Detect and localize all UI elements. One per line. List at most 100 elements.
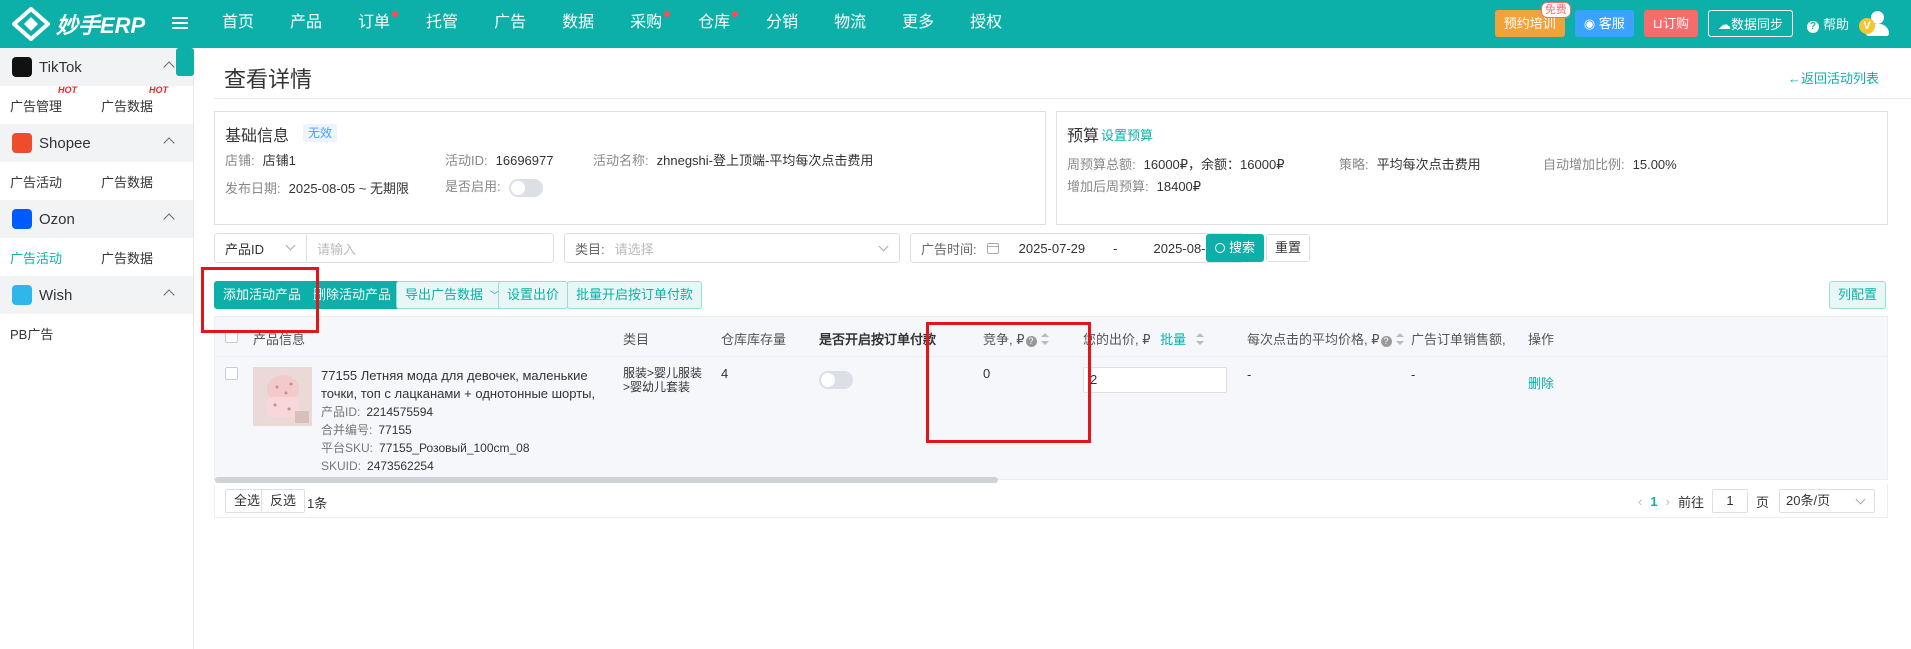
- column-config-button[interactable]: 列配置: [1829, 281, 1887, 309]
- page-jump-input[interactable]: 1: [1711, 489, 1748, 513]
- cart-icon: ⊔: [1652, 15, 1663, 31]
- campaign-id-field: 活动ID: 16696977: [445, 150, 553, 169]
- set-bid-button[interactable]: 设置出价: [498, 281, 569, 309]
- shopee-icon: [12, 133, 32, 153]
- delete-row-link[interactable]: 删除: [1528, 373, 1554, 392]
- sidebar-group-2[interactable]: Ozon: [0, 200, 193, 238]
- product-thumbnail[interactable]: [253, 367, 312, 426]
- sidebar-item-label: 广告活动: [10, 174, 63, 190]
- sidebar-group-3[interactable]: Wish: [0, 276, 193, 314]
- training-button[interactable]: 预约培训 免费: [1494, 1, 1571, 37]
- col-your-bid[interactable]: 您的出价, ₽ 批量: [1083, 329, 1205, 348]
- product-name[interactable]: 77155 Летняя мода для девочек, маленькие…: [321, 367, 611, 403]
- search-icon: [1215, 243, 1225, 253]
- publish-date-label: 发布日期:: [225, 181, 281, 196]
- skuid-value: 2473562254: [367, 459, 434, 473]
- nav-item-6[interactable]: 采购: [612, 0, 680, 48]
- current-page[interactable]: 1: [1650, 494, 1657, 509]
- bid-input[interactable]: 2: [1083, 367, 1227, 393]
- question-icon: ?: [1806, 20, 1819, 33]
- stock-cell: 4: [721, 366, 729, 381]
- weekly-budget-label: 周预算总额:: [1067, 157, 1136, 172]
- row-checkbox[interactable]: [225, 367, 238, 380]
- platform-sku-line: 平台SKU: 77155_Розовый_100cm_08: [321, 439, 611, 457]
- date-from[interactable]: 2025-07-29: [1019, 241, 1086, 256]
- status-badge: 无效: [303, 124, 338, 142]
- nav-item-8[interactable]: 分销: [748, 0, 816, 48]
- batch-enable-pay-by-order-button[interactable]: 批量开启按订单付款: [567, 281, 703, 309]
- order-button[interactable]: ⊔订购: [1643, 9, 1698, 37]
- user-avatar[interactable]: V: [1859, 9, 1891, 37]
- nav-item-1[interactable]: 产品: [272, 0, 340, 48]
- menu-toggle-icon[interactable]: [172, 14, 188, 32]
- sidebar-item-label: PB广告: [10, 326, 54, 342]
- order-sales-cell: -: [1411, 367, 1416, 382]
- data-sync-button[interactable]: ☁数据同步: [1707, 9, 1793, 37]
- nav-item-10[interactable]: 更多: [884, 0, 952, 48]
- page-size-value: 20条/页: [1786, 493, 1831, 508]
- nav-item-label: 数据: [562, 14, 595, 31]
- col-order-sales: 广告订单销售额,: [1411, 332, 1506, 347]
- batch-bid-link[interactable]: 批量: [1160, 332, 1186, 347]
- budget-title: 预算: [1067, 128, 1100, 145]
- back-to-list-link[interactable]: ←返回活动列表: [1788, 68, 1879, 87]
- chevron-up-icon[interactable]: [163, 213, 175, 225]
- prev-page-icon[interactable]: ‹: [1638, 494, 1642, 509]
- horizontal-scrollbar[interactable]: [215, 477, 998, 483]
- publish-date-field: 发布日期: 2025-08-05 ~ 无期限: [225, 178, 409, 197]
- search-button[interactable]: 搜索: [1206, 234, 1265, 262]
- chevron-up-icon[interactable]: [163, 137, 175, 149]
- calendar-icon: [986, 242, 999, 254]
- sidebar-item-3-0[interactable]: PB广告: [10, 324, 101, 343]
- col-avg-cpc[interactable]: 每次点击的平均价格, ₽?: [1247, 329, 1404, 348]
- sidebar-item-0-0[interactable]: 广告管理 HOT: [10, 85, 101, 115]
- chevron-up-icon[interactable]: [163, 289, 175, 301]
- nav-item-4[interactable]: 广告: [476, 0, 544, 48]
- nav-item-7[interactable]: 仓库: [680, 0, 748, 48]
- sidebar-item-1-1[interactable]: 广告数据: [101, 172, 192, 191]
- merge-no-label: 合并编号:: [321, 423, 373, 437]
- pagination: ‹ 1 › 前往 1 页 20条/页: [1630, 489, 1875, 513]
- nav-item-label: 托管: [426, 14, 459, 31]
- product-field-select[interactable]: 产品ID: [215, 234, 307, 262]
- invert-selection-button[interactable]: 反选: [261, 489, 306, 513]
- nav-item-3[interactable]: 托管: [408, 0, 476, 48]
- ad-time-range[interactable]: 广告时间: 2025-07-29 - 2025-08-05: [910, 233, 1244, 263]
- avg-cpc-cell: -: [1247, 367, 1252, 382]
- nav-item-2[interactable]: 订单: [340, 0, 408, 48]
- enabled-toggle[interactable]: [508, 178, 543, 197]
- shop-field: 店铺: 店铺1: [225, 150, 296, 169]
- col-category: 类目: [623, 332, 650, 347]
- sidebar-item-0-1[interactable]: 广告数据 HOT: [101, 85, 192, 115]
- budget-card: 预算 设置预算 周预算总额: 16000₽，余额：16000₽ 策略: 平均每次点击…: [1056, 111, 1888, 225]
- nav-item-0[interactable]: 首页: [204, 0, 272, 48]
- sidebar-item-2-1[interactable]: 广告数据: [101, 248, 192, 267]
- sidebar-item-1-0[interactable]: 广告活动: [10, 172, 101, 191]
- nav-item-5[interactable]: 数据: [544, 0, 612, 48]
- next-page-icon[interactable]: ›: [1666, 494, 1670, 509]
- nav-item-label: 物流: [834, 14, 867, 31]
- set-budget-link[interactable]: 设置预算: [1101, 125, 1153, 144]
- highlight-add-product: [201, 267, 319, 333]
- help-icon: ?: [1380, 336, 1392, 347]
- pay-by-order-toggle[interactable]: [819, 371, 853, 389]
- sidebar-group-1[interactable]: Shopee: [0, 124, 193, 162]
- brand-logo[interactable]: 妙手ERP: [12, 6, 145, 42]
- sidebar-item-2-0[interactable]: 广告活动: [10, 248, 101, 267]
- category-placeholder: 请选择: [614, 241, 654, 257]
- nav-item-9[interactable]: 物流: [816, 0, 884, 48]
- col-pay-by-order-label: 是否开启按订单付款: [819, 332, 937, 347]
- help-link[interactable]: ? 帮助: [1806, 14, 1849, 33]
- product-id-input[interactable]: 请输入: [307, 239, 356, 258]
- sidebar-group-0[interactable]: TikTok: [0, 48, 193, 86]
- headset-icon: ◉: [1583, 15, 1599, 31]
- hot-badge: HOT: [149, 84, 168, 95]
- increased-budget-field: 增加后周预算: 18400₽: [1067, 176, 1201, 195]
- category-select[interactable]: 类目: 请选择: [564, 233, 900, 263]
- chevron-up-icon[interactable]: [163, 61, 175, 73]
- nav-item-11[interactable]: 授权: [952, 0, 1020, 48]
- customer-service-button[interactable]: ◉ 客服: [1574, 9, 1634, 37]
- reset-button[interactable]: 重置: [1266, 234, 1311, 262]
- export-ad-data-button[interactable]: 导出广告数据 ﹀: [396, 281, 509, 309]
- page-size-select[interactable]: 20条/页: [1779, 489, 1875, 513]
